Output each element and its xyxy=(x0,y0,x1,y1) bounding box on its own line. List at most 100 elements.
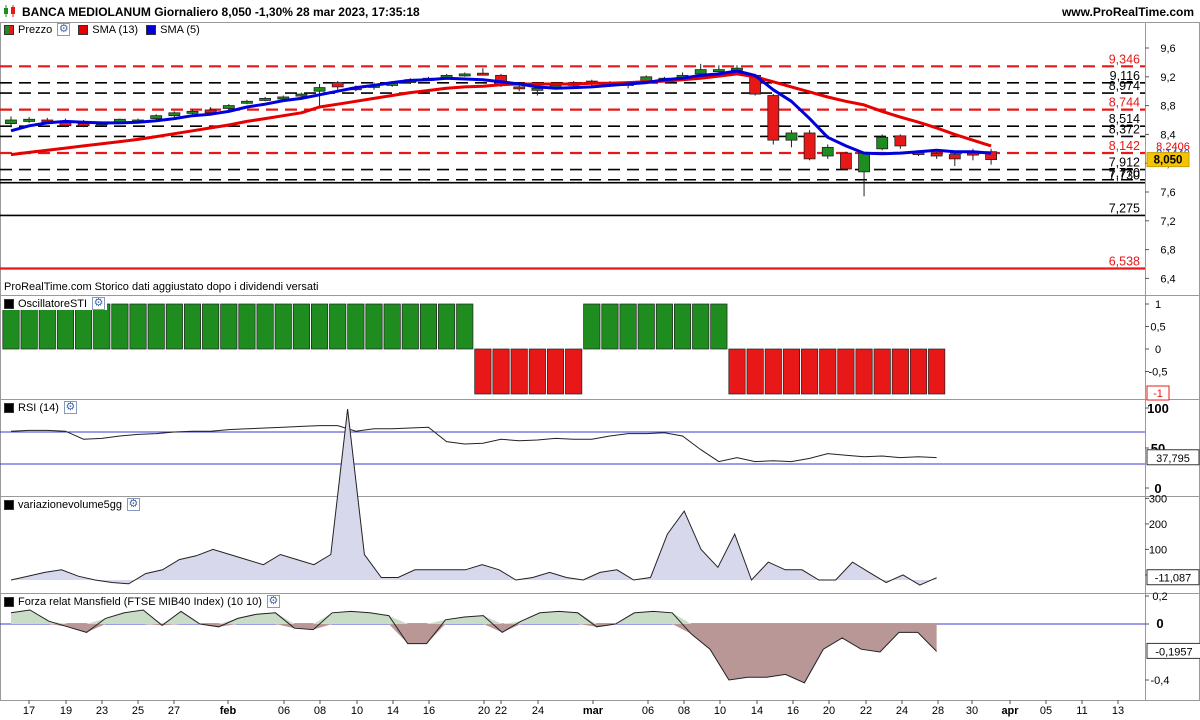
sti-tick-label: 0 xyxy=(1155,344,1161,356)
mansfield-value-label: -0,1957 xyxy=(1155,646,1192,658)
x-tick-label: 14 xyxy=(751,705,763,717)
sti-bar xyxy=(728,348,746,395)
sti-bar xyxy=(764,348,782,395)
sti-bar xyxy=(565,348,583,395)
sti-bar xyxy=(692,303,710,350)
x-tick-label: 24 xyxy=(896,705,908,717)
sti-bar xyxy=(746,348,764,395)
sti-bar xyxy=(583,303,601,350)
sti-bar xyxy=(909,348,928,395)
wrench-icon[interactable]: ⚙ xyxy=(63,401,77,414)
sma13-swatch xyxy=(78,24,89,35)
sti-bar xyxy=(782,348,800,395)
last-price-label: 8,050 xyxy=(1154,155,1183,167)
level-label: 8,974 xyxy=(1109,79,1140,93)
sma5-legend-label: SMA (5) xyxy=(160,23,200,36)
candle-body xyxy=(458,73,471,77)
volume-tick-label: 300 xyxy=(1149,493,1167,505)
x-tick-label: apr xyxy=(1001,705,1019,717)
price-swatch xyxy=(4,24,14,35)
sti-bar xyxy=(510,348,528,395)
candle-body xyxy=(313,87,326,92)
mansfield-positive-area xyxy=(11,610,937,624)
mansfield-tick-label: 0,2 xyxy=(1152,591,1167,603)
sti-bar xyxy=(311,303,329,350)
x-tick-label: 05 xyxy=(1040,705,1052,717)
sti-bar xyxy=(673,303,692,350)
level-label: 8,744 xyxy=(1109,96,1140,110)
price-tick-label: 6,4 xyxy=(1160,273,1175,285)
x-tick-label: 10 xyxy=(351,705,363,717)
candle-body xyxy=(259,98,272,101)
sti-bar xyxy=(637,303,655,350)
x-tick-label: 22 xyxy=(495,705,507,717)
mansfield-tick-label: 0 xyxy=(1156,616,1163,631)
candle-body xyxy=(894,135,907,147)
candle-body xyxy=(712,69,725,72)
rsi-swatch xyxy=(4,402,14,413)
volume-tick-label: 100 xyxy=(1149,544,1167,556)
mansfield-negative-area xyxy=(11,624,937,683)
x-tick-label: 28 xyxy=(932,705,944,717)
sti-tick-label: 0,5 xyxy=(1150,322,1165,334)
price-legend: Prezzo ⚙ SMA (13) SMA (5) xyxy=(2,23,202,36)
sti-bar xyxy=(401,303,419,350)
candle-body xyxy=(948,154,961,160)
x-tick-label: 20 xyxy=(823,705,835,717)
sti-bar xyxy=(837,348,855,395)
candle-body xyxy=(222,105,235,109)
rsi-line xyxy=(10,425,937,463)
price-tick-label: 8,8 xyxy=(1160,101,1175,113)
sti-bar xyxy=(819,348,837,395)
level-label: 8,372 xyxy=(1109,122,1140,136)
wrench-icon[interactable]: ⚙ xyxy=(92,297,106,310)
volume-legend-label: variazionevolume5gg xyxy=(18,498,122,511)
sti-bar xyxy=(438,303,456,350)
price-tick-label: 9,6 xyxy=(1160,43,1175,55)
rsi-value-label: 37,795 xyxy=(1156,453,1190,465)
sti-swatch xyxy=(4,298,14,309)
sti-bar xyxy=(855,348,873,395)
candle-body xyxy=(77,123,90,127)
chart-canvas[interactable]: 9,69,28,88,48,07,67,26,86,49,3469,1168,9… xyxy=(0,0,1200,720)
sti-bar xyxy=(38,303,56,350)
panel-border xyxy=(0,22,1200,296)
sma13-line xyxy=(10,72,992,157)
sti-bar xyxy=(655,303,673,350)
sti-bar xyxy=(546,348,565,395)
sti-bar xyxy=(419,303,437,350)
volume-value-label: -11,087 xyxy=(1155,573,1192,585)
sti-value-label: -1 xyxy=(1153,388,1163,400)
x-tick-label: feb xyxy=(220,705,237,717)
x-tick-label: 25 xyxy=(132,705,144,717)
sti-bar xyxy=(891,348,909,395)
panel-border xyxy=(0,593,1200,701)
sma13-legend-label: SMA (13) xyxy=(92,23,139,36)
x-tick-label: 30 xyxy=(966,705,978,717)
x-tick-label: 11 xyxy=(1076,705,1087,717)
mansfield-legend: Forza relat Mansfield (FTSE MIB40 Index)… xyxy=(2,595,282,608)
candle-body xyxy=(803,132,816,160)
wrench-icon[interactable]: ⚙ xyxy=(126,498,140,511)
rsi-legend: RSI (14) ⚙ xyxy=(2,401,79,414)
x-tick-label: 22 xyxy=(860,705,872,717)
mansfield-swatch xyxy=(4,596,14,607)
x-tick-label: 06 xyxy=(642,705,654,717)
candle-body xyxy=(840,152,852,170)
candle-body xyxy=(930,152,943,157)
sti-bar xyxy=(710,303,728,350)
dividend-note: ProRealTime.com Storico dati aggiustato … xyxy=(4,281,319,293)
x-tick-label: 16 xyxy=(423,705,435,717)
candle-body xyxy=(150,115,163,119)
x-tick-label: 24 xyxy=(532,705,544,717)
sti-bar xyxy=(329,303,347,350)
sti-bar xyxy=(20,303,38,350)
wrench-icon[interactable]: ⚙ xyxy=(57,23,71,36)
candle-body xyxy=(858,152,870,173)
level-label: 7,730 xyxy=(1109,169,1140,183)
wrench-icon[interactable]: ⚙ xyxy=(266,595,280,608)
candle-body xyxy=(876,136,889,150)
sti-bar xyxy=(456,303,474,350)
level-label: 7,275 xyxy=(1109,201,1140,215)
sti-bar xyxy=(601,303,619,350)
